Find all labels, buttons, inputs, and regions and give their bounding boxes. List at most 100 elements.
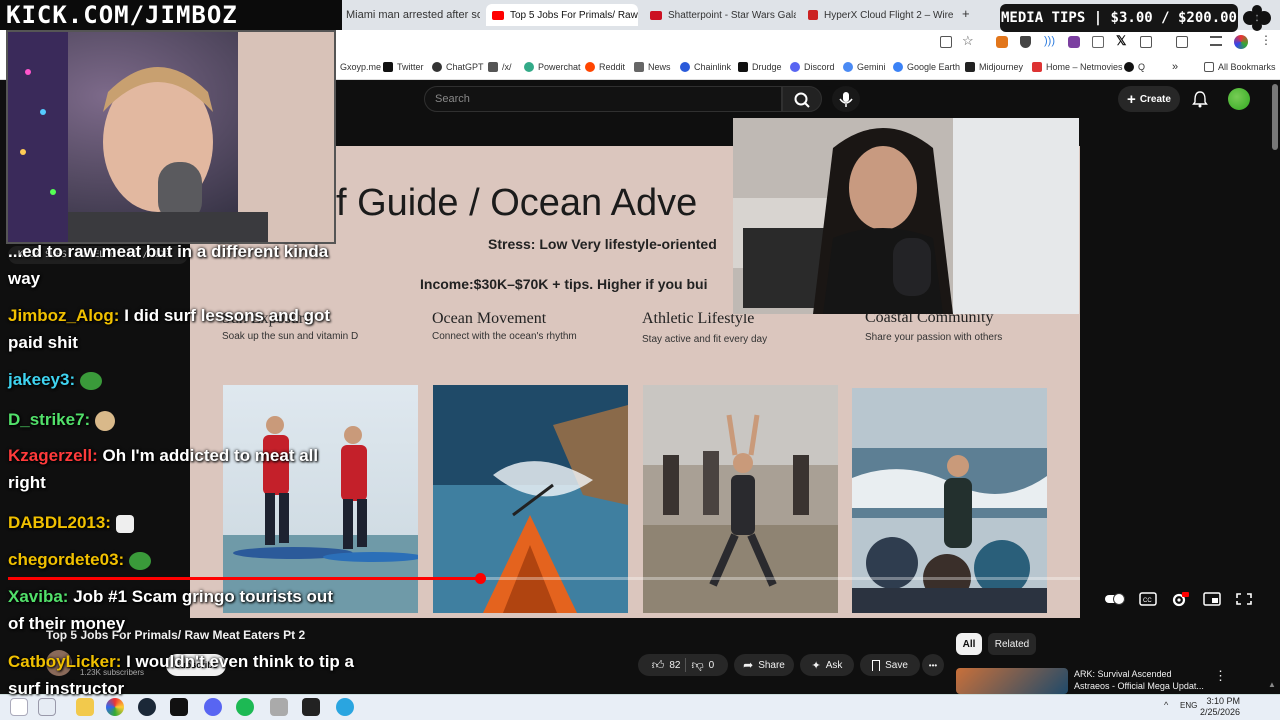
chat-message: chegordete03: (8, 546, 151, 573)
chevron-right-icon[interactable]: » (1172, 54, 1178, 80)
account-avatar[interactable] (1228, 88, 1250, 110)
streamer-webcam (6, 30, 336, 244)
chip-all[interactable]: All (956, 633, 982, 655)
thumbs-up-icon[interactable]: 👍︎ (652, 658, 665, 673)
chainlink-icon (680, 62, 690, 72)
chat-username: Jimboz_Alog: (8, 306, 120, 325)
voice-search-button[interactable] (832, 86, 860, 112)
search-input[interactable]: Search (424, 86, 782, 112)
tray-chevron-icon[interactable]: ^ (1164, 700, 1168, 710)
microphone-icon (839, 92, 853, 107)
language-indicator[interactable]: ENG (1180, 701, 1197, 710)
frog-emote-icon (128, 551, 151, 570)
bookmark-item[interactable]: Q (1124, 54, 1145, 80)
bookmark-label: Gxoyp.me (340, 62, 382, 72)
tab-label: HyperX Cloud Flight 2 – Wirele (824, 9, 954, 21)
tab-label: Miami man arrested after socia (346, 9, 480, 21)
miniplayer-icon[interactable] (1203, 592, 1221, 606)
recommended-menu-icon[interactable]: ⋮ (1214, 668, 1227, 684)
create-button[interactable]: + Create (1118, 86, 1180, 112)
bookmark-item[interactable]: Google Earth (893, 54, 960, 80)
column-heading-ocean: Ocean Movement (432, 310, 547, 327)
puzzle-extensions-icon[interactable] (1140, 36, 1152, 48)
bookmark-label: Q (1138, 62, 1146, 72)
bookmark-label: Discord (804, 62, 835, 72)
tab-search-icon[interactable] (1176, 36, 1188, 48)
tab-miami[interactable]: Miami man arrested after socia ✕ (340, 4, 480, 26)
save-button[interactable]: Save (860, 654, 920, 676)
bookmark-item[interactable]: ChatGPT (432, 54, 484, 80)
shield-extension-icon[interactable] (1020, 36, 1031, 48)
tab-shatterpoint[interactable]: Shatterpoint - Star Wars Galaxy ✕ (644, 4, 796, 26)
svg-text:CC: CC (1143, 598, 1152, 604)
bookmark-item[interactable]: Gxoyp.me (340, 54, 381, 80)
tab-hyperx[interactable]: HyperX Cloud Flight 2 – Wirele ✕ (802, 4, 954, 26)
chat-username: chegordete03: (8, 550, 125, 569)
recommended-video-title[interactable]: ARK: Survival Ascended Astraeos - Offici… (1074, 668, 1204, 692)
fullscreen-icon[interactable] (1235, 592, 1253, 606)
search-button[interactable] (782, 86, 822, 112)
bookmark-item[interactable]: Chainlink (680, 54, 731, 80)
tab-active-video[interactable]: Top 5 Jobs For Primals/ Raw Me ✕ (486, 4, 638, 26)
bookmark-item[interactable]: Discord (790, 54, 835, 80)
chat-text: ...ed to raw meat but in a different kin… (8, 242, 329, 288)
gemini-icon (843, 62, 853, 72)
bookmark-item[interactable]: Midjourney (965, 54, 1023, 80)
guest-webcam (733, 118, 1079, 314)
bookmark-star-icon[interactable]: ☆ (962, 33, 974, 49)
settings-gear-icon[interactable] (1171, 592, 1189, 607)
bookmark-item[interactable]: Reddit (585, 54, 625, 80)
metamask-extension-icon[interactable] (996, 36, 1008, 48)
video-progress-fill (8, 577, 480, 580)
bookmark-label: Home – Netmovies (1046, 62, 1123, 72)
netmovies-icon (1032, 62, 1042, 72)
share-button[interactable]: ➦ Share (734, 654, 794, 676)
scroll-up-arrow-icon[interactable]: ▲ (1268, 680, 1276, 692)
autoplay-toggle-icon[interactable] (1104, 592, 1126, 606)
wave-extension-icon[interactable]: ))) (1044, 35, 1055, 47)
recommended-thumbnail[interactable] (956, 668, 1068, 694)
chat-username: Kzagerzell: (8, 446, 98, 465)
more-actions-button[interactable]: ••• (922, 654, 944, 676)
extension-icon[interactable] (1068, 36, 1080, 48)
system-clock[interactable]: 3:10 PM 2/25/2026 (1200, 696, 1240, 718)
chatgpt-icon (432, 62, 442, 72)
google-earth-icon (893, 62, 903, 72)
create-label: Create (1139, 93, 1171, 105)
menu-lines-icon[interactable] (1210, 36, 1222, 46)
search-icon (794, 92, 810, 108)
bookmark-item[interactable]: Gemini (843, 54, 886, 80)
x-extension-icon[interactable]: 𝕏 (1116, 33, 1126, 49)
dislike-count[interactable]: 0 (709, 660, 715, 671)
captions-icon[interactable]: CC (1139, 592, 1157, 606)
bookmark-item[interactable]: Home – Netmovies (1032, 54, 1123, 80)
bookmark-icon (872, 659, 881, 671)
notifications-button[interactable] (1192, 90, 1208, 108)
extension-icon[interactable] (1092, 36, 1104, 48)
hyperx-icon (808, 10, 818, 20)
youtube-icon (492, 10, 504, 20)
screen-cast-icon[interactable] (940, 36, 952, 48)
bookmark-item[interactable]: /x/ (488, 54, 512, 80)
ask-button[interactable]: ✦ Ask (800, 654, 854, 676)
like-count[interactable]: 82 (669, 660, 680, 671)
bookmark-label: Gemini (857, 62, 886, 72)
frog-emote-icon (79, 371, 102, 390)
bookmark-item[interactable]: Powerchat (524, 54, 581, 80)
bookmark-item[interactable]: Twitter (383, 54, 424, 80)
midjourney-icon (965, 62, 975, 72)
bookmark-item[interactable]: Drudge (738, 54, 782, 80)
hands-emote-icon (115, 514, 134, 533)
youtube-icon (650, 10, 662, 20)
new-tab-button[interactable]: + (962, 6, 970, 21)
page-scrollbar[interactable] (1272, 84, 1278, 150)
divider (685, 658, 687, 672)
chip-related[interactable]: Related (988, 633, 1036, 655)
profile-avatar-icon[interactable] (1234, 35, 1248, 49)
folder-icon (1204, 62, 1214, 72)
bookmark-item[interactable]: News (634, 54, 671, 80)
video-scrubber-handle[interactable] (474, 573, 486, 584)
kebab-menu-icon[interactable]: ⋮ (1260, 33, 1272, 47)
thumbs-down-icon[interactable]: 👎︎ (691, 658, 703, 673)
all-bookmarks-button[interactable]: All Bookmarks (1204, 54, 1276, 80)
